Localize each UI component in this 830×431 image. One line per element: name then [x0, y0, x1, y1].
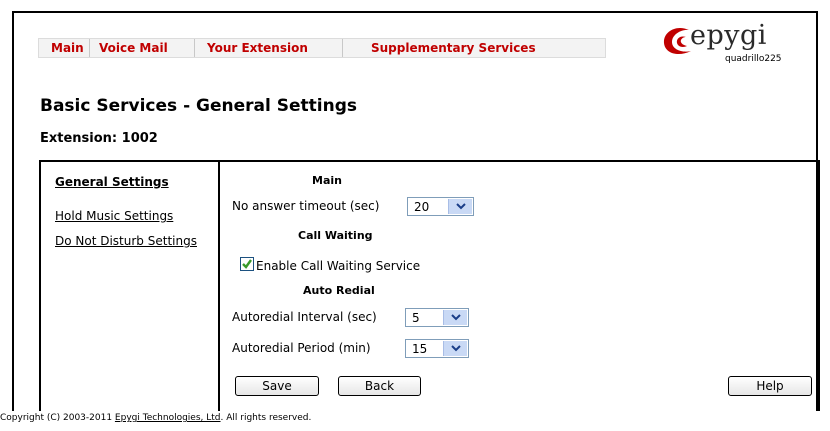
logo-model-text: quadrillo225 — [725, 54, 782, 64]
no-answer-timeout-select[interactable]: 20 — [407, 197, 474, 216]
chevron-down-icon — [443, 310, 467, 325]
checkmark-icon — [242, 259, 252, 269]
nav-separator — [194, 39, 195, 57]
nav-voice-mail[interactable]: Voice Mail — [99, 39, 168, 57]
autoredial-period-label: Autoredial Period (min) — [232, 341, 371, 355]
page-title: Basic Services - General Settings — [40, 96, 358, 116]
sidebar: General Settings Hold Music Settings Do … — [41, 162, 220, 411]
section-title-call-waiting: Call Waiting — [298, 229, 373, 242]
top-nav: Main Voice Mail Your Extension Supplemen… — [38, 38, 606, 58]
copyright-footer: Copyright (C) 2003-2011 Epygi Technologi… — [0, 413, 311, 423]
sidebar-item-general-settings[interactable]: General Settings — [55, 175, 169, 189]
nav-separator — [89, 39, 90, 57]
chevron-down-icon — [443, 341, 467, 356]
autoredial-interval-value: 5 — [412, 311, 420, 325]
no-answer-timeout-value: 20 — [414, 200, 430, 214]
settings-panel: General Settings Hold Music Settings Do … — [39, 160, 820, 411]
sidebar-item-do-not-disturb-settings[interactable]: Do Not Disturb Settings — [55, 234, 197, 248]
company-link[interactable]: Epygi Technologies, Ltd — [115, 413, 221, 423]
no-answer-timeout-label: No answer timeout (sec) — [232, 199, 380, 213]
enable-call-waiting-label: Enable Call Waiting Service — [256, 259, 421, 273]
autoredial-period-value: 15 — [412, 342, 428, 356]
help-button[interactable]: Help — [728, 376, 812, 396]
autoredial-period-select[interactable]: 15 — [405, 339, 469, 358]
epygi-logo: epygi quadrillo225 — [662, 20, 802, 72]
section-title-main: Main — [312, 174, 342, 187]
settings-form: Main No answer timeout (sec) 20 Call Wai… — [220, 162, 820, 411]
copyright-prefix: Copyright (C) 2003-2011 — [0, 413, 115, 423]
extension-label: Extension: 1002 — [40, 131, 158, 146]
sidebar-item-hold-music-settings[interactable]: Hold Music Settings — [55, 209, 173, 223]
nav-supplementary-services[interactable]: Supplementary Services — [371, 39, 536, 57]
section-title-auto-redial: Auto Redial — [303, 284, 375, 297]
nav-your-extension[interactable]: Your Extension — [207, 39, 308, 57]
copyright-suffix: . All rights reserved. — [220, 413, 312, 423]
nav-separator — [342, 39, 343, 57]
logo-brand-text: epygi — [690, 20, 767, 51]
autoredial-interval-select[interactable]: 5 — [405, 308, 469, 327]
chevron-down-icon — [448, 199, 472, 214]
autoredial-interval-label: Autoredial Interval (sec) — [232, 310, 377, 324]
save-button[interactable]: Save — [235, 376, 319, 396]
enable-call-waiting-checkbox[interactable] — [240, 257, 254, 271]
nav-main[interactable]: Main — [51, 39, 84, 57]
back-button[interactable]: Back — [338, 376, 421, 396]
